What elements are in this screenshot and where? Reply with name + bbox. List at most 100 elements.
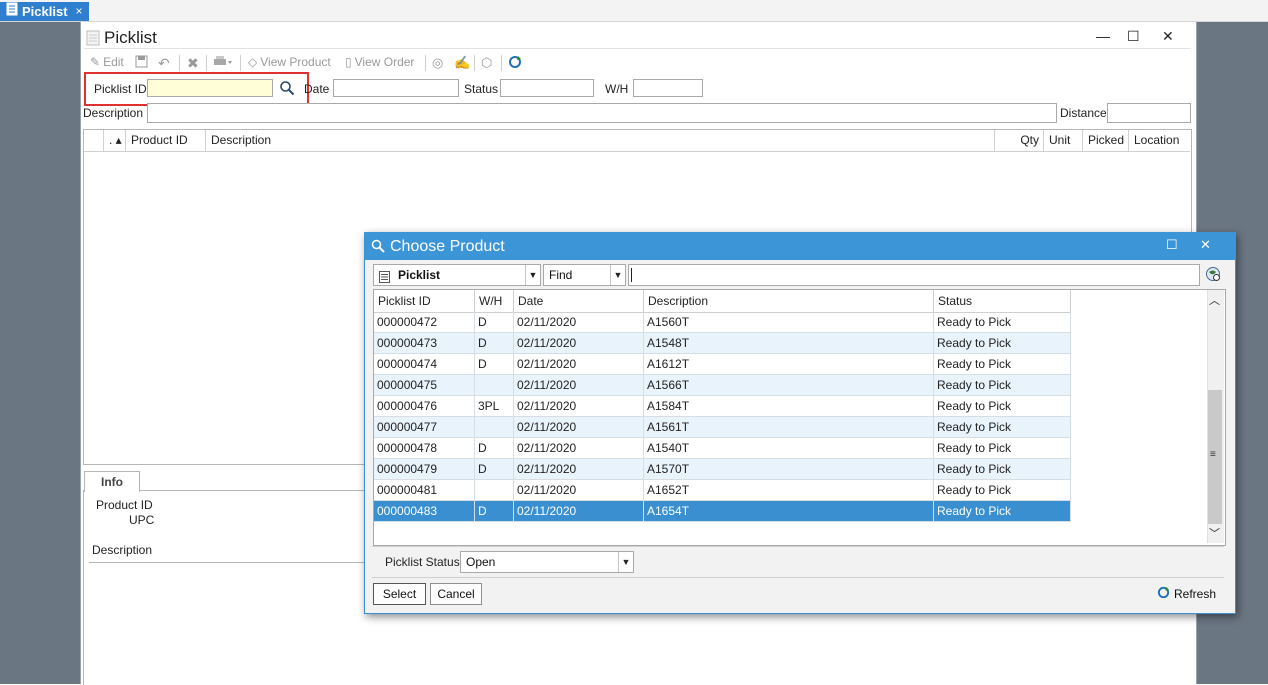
scroll-down-icon[interactable]: ﹀ [1209, 525, 1220, 541]
description-column-header[interactable]: Description [644, 290, 934, 313]
undo-icon[interactable]: ↶ [158, 55, 170, 72]
table-row[interactable]: 000000478 D 02/11/2020 A1540T Ready to Pick [374, 438, 1071, 459]
approve-icon[interactable]: ◎ [432, 55, 443, 71]
wh-cell: 3PL [475, 396, 514, 417]
status-input[interactable] [500, 79, 594, 97]
view-order-button[interactable]: ▯ View Order [345, 55, 414, 69]
table-row[interactable]: 000000473 D 02/11/2020 A1548T Ready to Pick [374, 333, 1071, 354]
status-cell: Ready to Pick [934, 501, 1071, 522]
wh-cell: D [475, 333, 514, 354]
wh-cell [475, 375, 514, 396]
source-combo[interactable]: Picklist ▼ [373, 264, 541, 286]
status-cell: Ready to Pick [934, 459, 1071, 480]
globe-search-icon[interactable] [1205, 266, 1221, 285]
table-row[interactable]: 000000472 D 02/11/2020 A1560T Ready to Pick [374, 312, 1071, 333]
table-row[interactable]: 000000479 D 02/11/2020 A1570T Ready to Pick [374, 459, 1071, 480]
info-description-label: Description [92, 543, 153, 557]
close-button[interactable]: ✕ [1162, 28, 1174, 45]
maximize-button[interactable]: ☐ [1127, 28, 1140, 45]
wh-cell [475, 417, 514, 438]
wh-cell [475, 480, 514, 501]
table-row[interactable]: 000000483 D 02/11/2020 A1654T Ready to Pick [374, 501, 1071, 522]
dialog-maximize-button[interactable]: ☐ [1166, 237, 1178, 253]
date-column-header[interactable]: Date [514, 290, 644, 313]
print-icon[interactable] [213, 55, 233, 68]
document-tab-bar [0, 0, 1268, 22]
find-combo-value: Find [549, 268, 573, 282]
picklist-id-cell: 000000476 [374, 396, 475, 417]
unit-column-header[interactable]: Unit [1044, 130, 1083, 152]
dialog-title: Choose Product [390, 238, 505, 255]
minimize-button[interactable]: — [1096, 28, 1110, 44]
description-input[interactable] [147, 103, 1057, 123]
grid-row-indicator-header [84, 130, 104, 152]
save-icon[interactable] [135, 55, 148, 68]
sign-icon[interactable]: ✍ [454, 55, 470, 71]
description-cell: A1612T [644, 354, 934, 375]
delete-icon[interactable]: ✖ [187, 55, 199, 72]
toolbar-separator [501, 55, 502, 71]
location-column-header[interactable]: Location [1129, 130, 1190, 152]
picked-column-header[interactable]: Picked [1083, 130, 1129, 152]
date-input[interactable] [333, 79, 459, 97]
left-background [0, 22, 80, 684]
picklist-id-cell: 000000475 [374, 375, 475, 396]
table-row[interactable]: 000000481 02/11/2020 A1652T Ready to Pick [374, 480, 1071, 501]
refresh-button[interactable]: Refresh [1157, 586, 1216, 602]
picklist-id-input[interactable] [147, 79, 273, 97]
wh-input[interactable] [633, 79, 703, 97]
status-cell: Ready to Pick [934, 417, 1071, 438]
table-row[interactable]: 000000474 D 02/11/2020 A1612T Ready to Pick [374, 354, 1071, 375]
picklist-id-column-header[interactable]: Picklist ID [374, 290, 475, 313]
toolbar-separator [240, 55, 241, 71]
select-button[interactable]: Select [373, 583, 426, 605]
chevron-down-icon[interactable]: ▼ [525, 265, 540, 285]
tag-icon: ◇ [248, 55, 258, 69]
table-row[interactable]: 000000477 02/11/2020 A1561T Ready to Pick [374, 417, 1071, 438]
tab-info[interactable]: Info [84, 471, 140, 492]
wh-cell: D [475, 438, 514, 459]
distance-input[interactable] [1107, 103, 1191, 123]
picklist-status-combo[interactable]: Open ▼ [460, 551, 634, 573]
edit-label: Edit [103, 55, 124, 69]
description-cell: A1584T [644, 396, 934, 417]
wh-cell: D [475, 501, 514, 522]
description-column-header[interactable]: Description [206, 130, 995, 152]
refresh-icon[interactable] [508, 55, 522, 69]
dialog-close-button[interactable]: ✕ [1200, 237, 1211, 253]
wh-column-header[interactable]: W/H [475, 290, 514, 313]
status-cell: Ready to Pick [934, 354, 1071, 375]
scroll-up-icon[interactable]: ︿ [1209, 292, 1220, 308]
package-icon[interactable]: ⬡ [481, 55, 492, 71]
chevron-down-icon[interactable]: ▼ [610, 265, 625, 285]
qty-column-header[interactable]: Qty [995, 130, 1044, 152]
tab-close-icon[interactable]: × [76, 2, 83, 21]
search-icon[interactable] [279, 80, 295, 99]
status-label: Status [464, 82, 499, 96]
search-input[interactable] [628, 264, 1200, 286]
picklist-id-cell: 000000472 [374, 312, 475, 333]
table-row[interactable]: 000000476 3PL 02/11/2020 A1584T Ready to Pic… [374, 396, 1071, 417]
description-cell: A1566T [644, 375, 934, 396]
sort-column-header[interactable]: . ▴ [104, 130, 126, 152]
edit-button[interactable]: ✎ Edit [90, 55, 124, 69]
product-id-column-header[interactable]: Product ID [126, 130, 206, 152]
source-combo-value: Picklist [398, 268, 441, 282]
document-icon: ▯ [345, 55, 352, 69]
description-cell: A1540T [644, 438, 934, 459]
dialog-divider [372, 546, 1224, 547]
date-cell: 02/11/2020 [514, 396, 644, 417]
date-cell: 02/11/2020 [514, 480, 644, 501]
view-product-button[interactable]: ◇ View Product [248, 55, 331, 69]
find-combo[interactable]: Find ▼ [543, 264, 626, 286]
description-label: Description [83, 106, 144, 120]
grip-icon: ≡ [1210, 449, 1216, 460]
description-cell: A1652T [644, 480, 934, 501]
description-cell: A1560T [644, 312, 934, 333]
cancel-button[interactable]: Cancel [430, 583, 482, 605]
chevron-down-icon[interactable]: ▼ [618, 552, 633, 572]
refresh-icon [1157, 586, 1170, 602]
status-column-header[interactable]: Status [934, 290, 1071, 313]
tab-picklist[interactable]: Picklist × [0, 2, 89, 21]
table-row[interactable]: 000000475 02/11/2020 A1566T Ready to Pick [374, 375, 1071, 396]
